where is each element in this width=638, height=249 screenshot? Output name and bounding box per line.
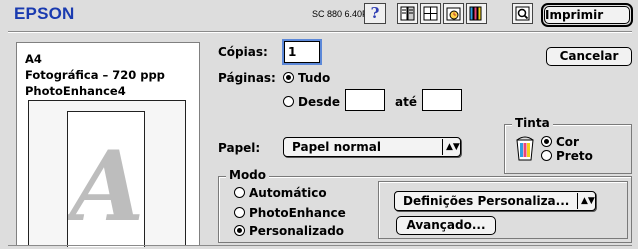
popup-arrows-icon: ▲▼ [577,193,595,209]
pages-from-label: Desde [298,95,340,109]
bottom-divider [8,245,632,246]
mode-group-title: Modo [226,168,270,182]
ink-color-radio[interactable]: Cor [541,135,579,149]
print-button[interactable]: Imprimir [541,3,633,27]
paper-type-value: Papel normal [292,140,382,154]
preview-letter: A [68,130,144,243]
print-queue-icon[interactable] [443,3,464,24]
custom-settings-value: Definições Personaliza... [403,194,570,208]
paper-label: Papel: [218,141,261,155]
ink-group-title: Tinta [512,116,553,130]
pages-label: Páginas: [218,71,276,85]
ink-black-radio[interactable]: Preto [541,149,593,163]
print-button-label: Imprimir [544,6,630,24]
summary-paper-size: A4 [25,52,42,66]
copies-label: Cópias: [218,45,268,59]
advanced-button[interactable]: Avançado... [396,216,496,235]
cancel-button[interactable]: Cancelar [546,47,632,66]
brand-logo: EPSON [14,4,75,23]
background-print-icon[interactable] [420,3,441,24]
radio-unselected-icon [541,150,552,161]
help-icon[interactable]: ? [364,3,386,24]
pages-to-label: até [395,95,417,109]
popup-arrows-icon: ▲▼ [442,139,460,155]
preview-paper: A [67,111,145,247]
header-divider [8,31,632,33]
mode-automatic-label: Automático [249,186,327,200]
utility-icon[interactable] [466,3,487,24]
custom-settings-popup[interactable]: Definições Personaliza... ▲▼ [394,191,596,211]
radio-unselected-icon [283,96,294,107]
summary-enhance: PhotoEnhance4 [25,84,126,98]
summary-quality: Fotográfica – 720 ppp [25,68,165,82]
mode-automatic-radio[interactable]: Automático [234,186,327,200]
paper-type-popup[interactable]: Papel normal ▲▼ [283,137,461,157]
pages-all-label: Tudo [298,71,331,85]
page-preview: A [28,100,186,247]
ink-color-label: Cor [556,135,579,149]
radio-selected-icon [234,225,245,236]
mode-custom-label: Personalizado [249,224,345,238]
ink-cartridge-icon [513,134,537,162]
driver-version: SC 880 6.40P [312,9,369,19]
radio-selected-icon [283,72,294,83]
settings-summary-panel: A4 Fotográfica – 720 ppp PhotoEnhance4 A [16,42,200,247]
pages-from-field[interactable] [345,89,385,111]
pages-range-radio[interactable]: Desde [283,95,340,109]
radio-unselected-icon [234,187,245,198]
radio-unselected-icon [234,207,245,218]
mode-custom-radio[interactable]: Personalizado [234,224,344,238]
pages-to-field[interactable] [422,89,462,111]
layout-icon[interactable] [397,3,418,24]
preview-icon[interactable] [512,3,533,24]
mode-photoenhance-label: PhotoEnhance [249,206,346,220]
copies-field[interactable]: 1 [282,39,322,65]
radio-selected-icon [541,136,552,147]
ink-black-label: Preto [556,149,593,163]
mode-photoenhance-radio[interactable]: PhotoEnhance [234,206,346,220]
pages-all-radio[interactable]: Tudo [283,71,330,85]
